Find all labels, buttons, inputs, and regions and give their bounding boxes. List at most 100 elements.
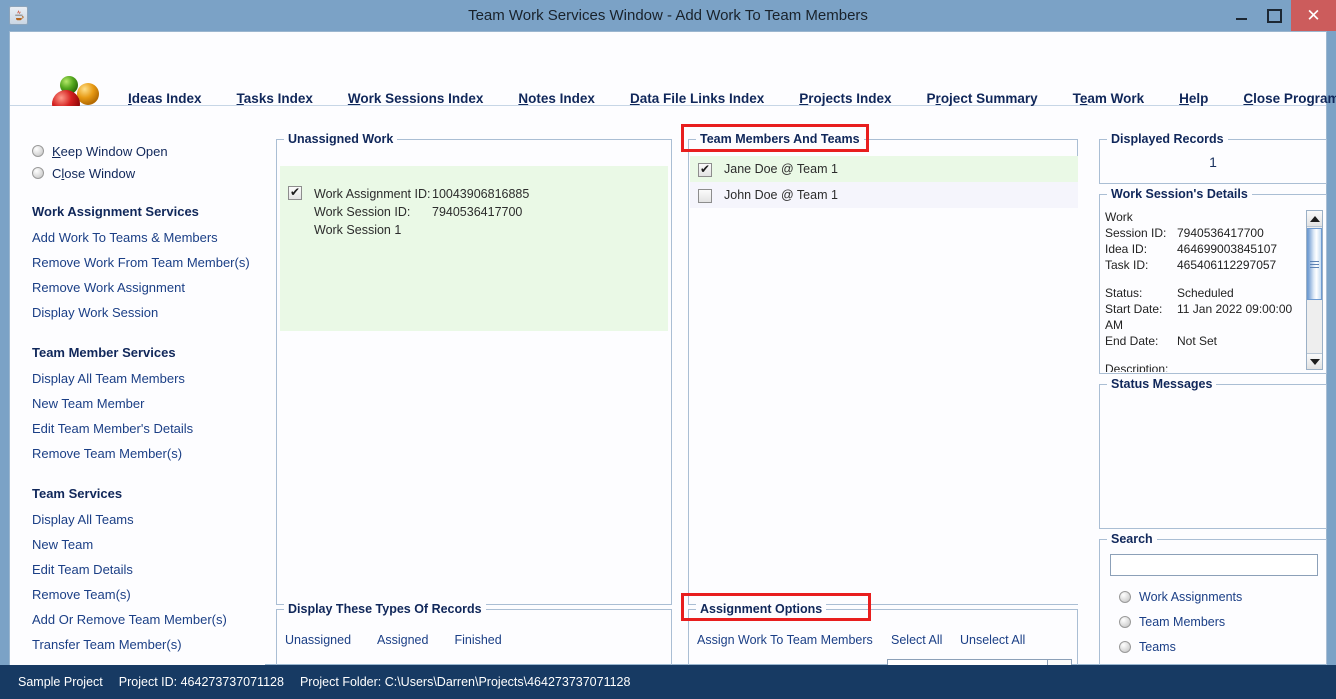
status-messages-panel: Status Messages bbox=[1099, 377, 1327, 529]
search-option-label: Work Assignments bbox=[1139, 590, 1243, 604]
record-filter-row: Unassigned Assigned Finished bbox=[285, 633, 528, 647]
window-titlebar: Team Work Services Window - Add Work To … bbox=[0, 0, 1336, 31]
window-controls: ✕ bbox=[1225, 0, 1336, 31]
status-project-name: Sample Project bbox=[18, 675, 103, 689]
session-task-id-value: 465406112297057 bbox=[1177, 258, 1277, 272]
sidebar-item-new-team[interactable]: New Team bbox=[32, 532, 265, 557]
sidebar-item-remove-work-assignment[interactable]: Remove Work Assignment bbox=[32, 275, 265, 300]
search-option-teams[interactable]: Teams bbox=[1119, 640, 1176, 654]
list-item[interactable]: Jane Doe @ Team 1 bbox=[690, 156, 1078, 182]
search-option-label: Teams bbox=[1139, 640, 1176, 654]
work-session-details-viewport: Work Session ID: 7940536417700 Idea ID: 46… bbox=[1101, 207, 1306, 372]
team-members-empty-area bbox=[690, 208, 1078, 604]
menu-item-team-work[interactable]: Team Work bbox=[1073, 91, 1145, 106]
window-title: Team Work Services Window - Add Work To … bbox=[468, 7, 868, 24]
member-name: John Doe @ Team 1 bbox=[724, 188, 838, 202]
member-checkbox[interactable] bbox=[698, 161, 712, 177]
menu-item-projects-index[interactable]: Projects Index bbox=[799, 91, 891, 106]
sidebar-item-remove-team-members[interactable]: Remove Team Member(s) bbox=[32, 441, 265, 466]
unassigned-work-empty-area bbox=[280, 331, 668, 603]
sidebar-item-edit-team-details[interactable]: Edit Team Details bbox=[32, 557, 265, 582]
work-list-item[interactable]: Work Assignment ID:10043906816885 Work S… bbox=[288, 184, 529, 239]
status-bar: Sample Project Project ID: 4642737370711… bbox=[0, 665, 1336, 699]
menu-item-tasks-index[interactable]: Tasks Index bbox=[237, 91, 313, 106]
radio-indicator bbox=[32, 167, 44, 179]
radio-indicator bbox=[32, 145, 44, 157]
session-end-date-value: Not Set bbox=[1177, 334, 1218, 348]
menu-item-data-file-links-index[interactable]: Data File Links Index bbox=[630, 91, 764, 106]
sidebar-item-remove-work-from-team-members[interactable]: Remove Work From Team Member(s) bbox=[32, 250, 265, 275]
sidebar-item-edit-team-members-details[interactable]: Edit Team Member's Details bbox=[32, 416, 265, 441]
panel-legend: Work Session's Details bbox=[1107, 187, 1252, 201]
session-status-value: Scheduled bbox=[1177, 286, 1234, 300]
top-navigation-bar: Ideas Index Tasks Index Work Sessions In… bbox=[10, 32, 1336, 118]
list-item[interactable]: John Doe @ Team 1 bbox=[690, 182, 1078, 208]
panel-legend: Displayed Records bbox=[1107, 132, 1228, 146]
work-session-details-panel: Work Session's Details Work Session ID: 7… bbox=[1099, 187, 1327, 374]
search-option-team-members[interactable]: Team Members bbox=[1119, 615, 1225, 629]
sidebar-item-display-all-teams[interactable]: Display All Teams bbox=[32, 507, 265, 532]
menu-item-project-summary[interactable]: Project Summary bbox=[927, 91, 1038, 106]
application-window: Team Work Services Window - Add Work To … bbox=[0, 0, 1336, 699]
menu-item-work-sessions-index[interactable]: Work Sessions Index bbox=[348, 91, 484, 106]
window-body: Ideas Index Tasks Index Work Sessions In… bbox=[9, 31, 1336, 691]
session-idea-id-value: 464699003845107 bbox=[1177, 242, 1278, 256]
unselect-all-button[interactable]: Unselect All bbox=[960, 633, 1025, 647]
session-end-date-label: End Date: bbox=[1105, 334, 1159, 348]
radio-label: Close Window bbox=[52, 165, 136, 181]
panel-legend: Status Messages bbox=[1107, 377, 1217, 391]
work-assignment-id-label: Work Assignment ID: bbox=[314, 187, 431, 201]
sidebar-item-new-team-member[interactable]: New Team Member bbox=[32, 391, 265, 416]
sidebar-item-display-all-team-members[interactable]: Display All Team Members bbox=[32, 366, 265, 391]
team-members-list[interactable]: Jane Doe @ Team 1 John Doe @ Team 1 bbox=[690, 156, 1078, 208]
radio-label: Keep Window Open bbox=[52, 143, 168, 159]
panel-legend: Assignment Options bbox=[696, 602, 827, 616]
assign-work-to-team-members-button[interactable]: Assign Work To Team Members bbox=[697, 633, 873, 647]
sidebar-item-remove-teams[interactable]: Remove Team(s) bbox=[32, 582, 265, 607]
panel-legend: Search bbox=[1107, 532, 1157, 546]
close-button[interactable]: ✕ bbox=[1291, 0, 1336, 31]
session-work-session-id-label: Work Session ID: bbox=[1105, 210, 1167, 240]
sidebar-heading-work-assignment-services: Work Assignment Services bbox=[32, 204, 199, 219]
sidebar-item-add-or-remove-team-members[interactable]: Add Or Remove Team Member(s) bbox=[32, 607, 265, 632]
sidebar-item-add-work-to-teams-members[interactable]: Add Work To Teams & Members bbox=[32, 225, 265, 250]
search-input[interactable] bbox=[1110, 554, 1318, 576]
minimize-button[interactable] bbox=[1225, 0, 1258, 31]
select-all-button[interactable]: Select All bbox=[891, 633, 942, 647]
member-checkbox[interactable] bbox=[698, 188, 712, 203]
work-item-details: Work Assignment ID: 10043906816885 Work S… bbox=[314, 185, 529, 239]
scroll-down-arrow-icon[interactable] bbox=[1307, 353, 1322, 369]
member-name: Jane Doe @ Team 1 bbox=[724, 162, 838, 176]
work-item-checkbox[interactable] bbox=[288, 184, 302, 200]
maximize-button[interactable] bbox=[1258, 0, 1291, 31]
filter-unassigned[interactable]: Unassigned bbox=[285, 633, 351, 647]
work-session-name: Work Session 1 bbox=[314, 223, 402, 237]
sidebar-item-transfer-team-members[interactable]: Transfer Team Member(s) bbox=[32, 632, 265, 657]
panel-legend: Display These Types Of Records bbox=[284, 602, 486, 616]
radio-indicator bbox=[1119, 641, 1131, 653]
unassigned-work-list[interactable]: Work Assignment ID:10043906816885 Work S… bbox=[280, 166, 668, 331]
work-assignment-id-value: 10043906816885 bbox=[432, 187, 530, 201]
work-session-details-scrollbar[interactable] bbox=[1306, 210, 1323, 370]
work-session-id-label: Work Session ID: bbox=[314, 205, 411, 219]
scroll-up-arrow-icon[interactable] bbox=[1307, 211, 1322, 227]
menu-item-ideas-index[interactable]: Ideas Index bbox=[128, 91, 202, 106]
work-session-id-value: 7940536417700 bbox=[432, 205, 523, 219]
radio-indicator bbox=[1119, 591, 1131, 603]
menu-item-close-program[interactable]: Close Program bbox=[1243, 91, 1336, 106]
sidebar-heading-team-member-services: Team Member Services bbox=[32, 345, 176, 360]
menu-item-help[interactable]: Help bbox=[1179, 91, 1208, 106]
radio-keep-window-open[interactable]: Keep Window Open bbox=[32, 140, 265, 162]
sidebar-item-display-work-session[interactable]: Display Work Session bbox=[32, 300, 265, 325]
displayed-records-count: 1 bbox=[1209, 154, 1217, 170]
radio-close-window[interactable]: Close Window bbox=[32, 162, 265, 184]
search-panel: Search Work Assignments Team Members Tea… bbox=[1099, 532, 1327, 685]
status-project-id: Project ID: 464273737071128 bbox=[118, 675, 284, 689]
panel-legend: Unassigned Work bbox=[284, 132, 398, 146]
menu-item-notes-index[interactable]: Notes Index bbox=[518, 91, 595, 106]
search-option-work-assignments[interactable]: Work Assignments bbox=[1119, 590, 1242, 604]
filter-finished[interactable]: Finished bbox=[454, 633, 501, 647]
scrollbar-thumb[interactable] bbox=[1307, 228, 1322, 300]
filter-assigned[interactable]: Assigned bbox=[377, 633, 428, 647]
